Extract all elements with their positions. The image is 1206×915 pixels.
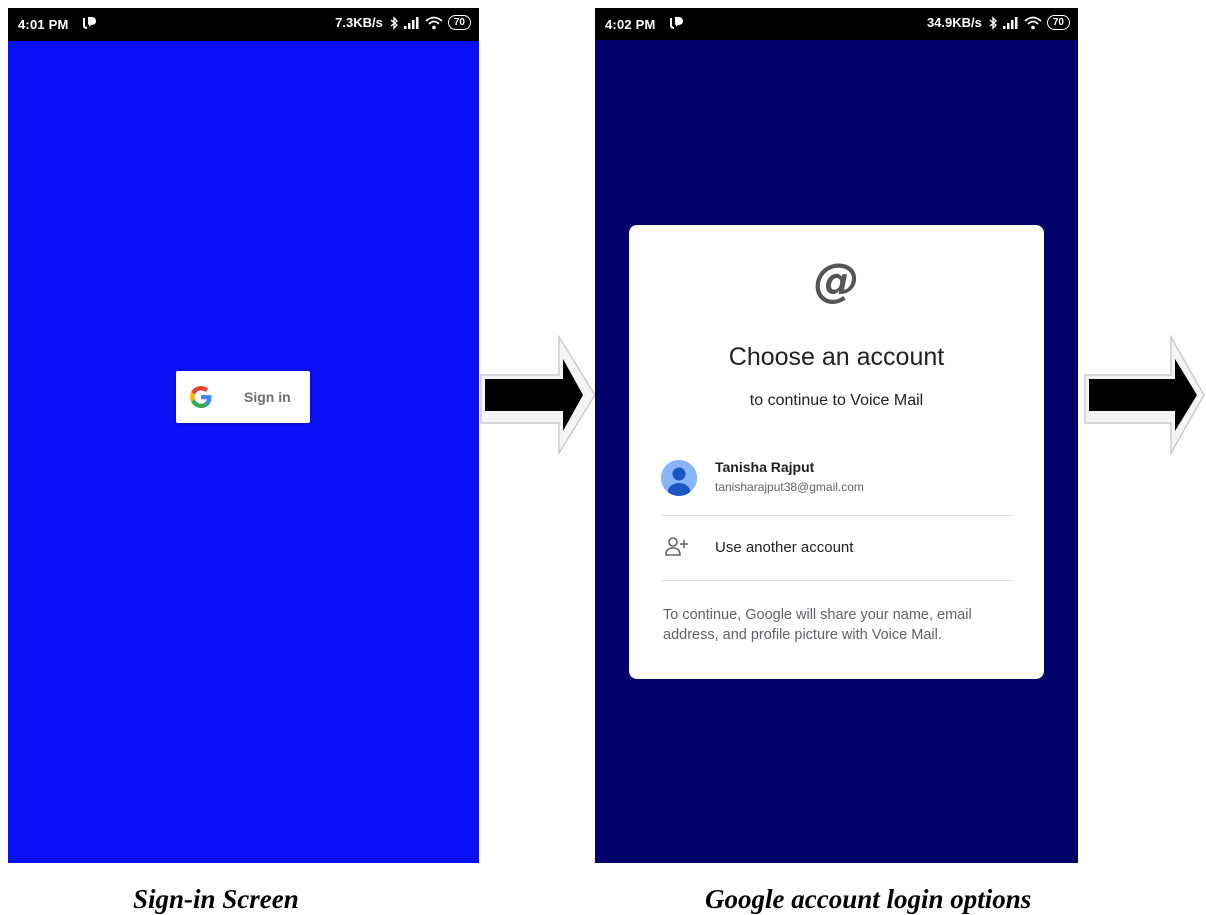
notification-icon [668,15,686,34]
status-right: 7.3KB/s 70 [335,15,471,30]
at-sign-icon: @ [813,253,860,307]
divider [661,580,1013,581]
google-g-icon [190,386,212,408]
notification-icon [81,15,99,34]
status-time: 4:01 PM [18,17,69,32]
signin-screen-caption: Sign-in Screen [133,884,299,914]
account-options-caption: Google account login options [705,884,1032,914]
divider [661,515,1013,516]
account-item[interactable]: Tanisha Rajput tanisharajput38@gmail.com [661,455,1013,511]
wifi-icon [1024,16,1042,30]
network-speed: 34.9KB/s [926,15,982,30]
privacy-disclaimer: To continue, Google will share your name… [663,607,972,643]
use-another-account-label: Use another account [715,539,854,556]
arrow-right-icon [1083,334,1206,460]
wifi-icon [425,16,443,30]
battery-icon: 70 [1046,15,1070,30]
account-email: tanisharajput38@gmail.com [715,480,864,494]
use-another-account-button[interactable]: Use another account [661,523,1013,573]
google-signin-button[interactable]: Sign in [176,371,310,423]
add-person-icon [665,536,689,563]
account-name: Tanisha Rajput [715,459,815,475]
signal-icon [403,16,420,29]
bluetooth-icon [989,15,998,30]
dialog-subtitle: to continue to Voice Mail [749,392,924,409]
status-time: 4:02 PM [605,17,656,32]
battery-icon: 70 [447,15,471,30]
status-right: 34.9KB/s 70 [927,15,1070,30]
arrow-right-icon [479,334,597,460]
signin-label: Sign in [244,389,291,405]
status-bar: 4:02 PM 34.9KB/s 70 [595,8,1078,40]
account-chooser-dialog: @ Choose an account to continue to Voice… [629,225,1044,679]
bluetooth-icon [390,15,399,30]
dialog-title: Choose an account [728,343,945,371]
status-bar: 4:01 PM 7.3KB/s 70 [8,8,479,41]
network-speed: 7.3KB/s [335,15,383,30]
avatar [661,460,697,496]
signal-icon [1002,16,1019,29]
signin-screen: 4:01 PM 7.3KB/s 70 Sign in [8,8,479,863]
account-chooser-screen: 4:02 PM 34.9KB/s 70 @ Choose an account … [595,8,1078,863]
